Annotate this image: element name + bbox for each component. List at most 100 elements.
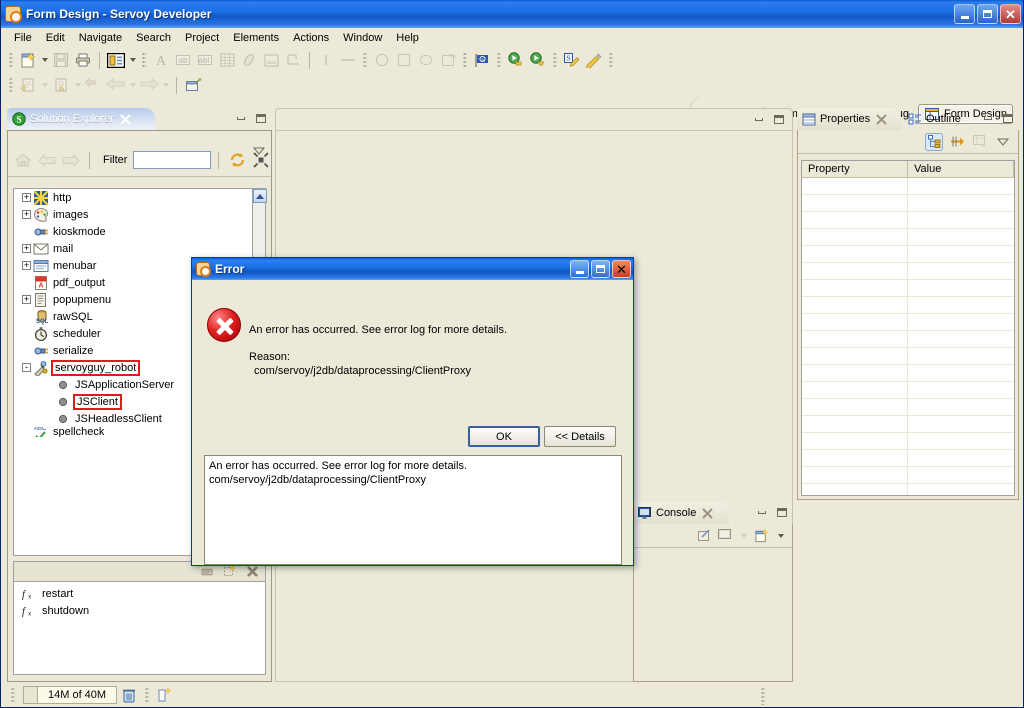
save-button[interactable] — [50, 50, 72, 71]
filter-input[interactable] — [133, 151, 212, 169]
back-arrow-icon[interactable] — [36, 150, 58, 171]
menu-file[interactable]: File — [7, 30, 39, 46]
console-maximize-button[interactable] — [775, 505, 789, 519]
column-move-icon[interactable] — [157, 686, 173, 704]
solution-explorer-minimize-button[interactable] — [234, 111, 248, 125]
new-wizard-button[interactable] — [17, 50, 39, 71]
tab-outline[interactable]: Outline — [903, 108, 985, 130]
toolbar-grip-i18n[interactable] — [463, 51, 467, 69]
properties-table[interactable]: Property Value — [801, 160, 1015, 496]
properties-table-row[interactable] — [802, 212, 1014, 229]
window-maximize-button[interactable] — [977, 4, 998, 24]
restore-default-button[interactable] — [971, 133, 989, 151]
corner-shape-button[interactable] — [282, 50, 304, 71]
menu-window[interactable]: Window — [336, 30, 389, 46]
properties-table-row[interactable] — [802, 178, 1014, 195]
editor-minimize-button[interactable] — [752, 112, 766, 126]
text-field-button[interactable]: ab — [172, 50, 194, 71]
error-dialog-ok-button[interactable]: OK — [468, 426, 540, 447]
error-dialog-minimize-button[interactable] — [570, 260, 589, 278]
tabpanel-button[interactable] — [238, 50, 260, 71]
open-console-button[interactable] — [755, 528, 769, 543]
new-wizard-dropdown-icon[interactable] — [39, 50, 50, 71]
tree-item-kioskmode[interactable]: kioskmode — [14, 223, 265, 240]
tree-item-http[interactable]: + http — [14, 189, 265, 206]
tree-expand-toggle[interactable]: + — [22, 193, 31, 202]
properties-table-row[interactable] — [802, 280, 1014, 297]
toolbar-grip-elements[interactable] — [142, 51, 146, 69]
properties-table-row[interactable] — [802, 195, 1014, 212]
heap-status-indicator[interactable]: 14M of 40M — [23, 686, 118, 704]
menu-navigate[interactable]: Navigate — [72, 30, 129, 46]
tree-expand-toggle[interactable]: + — [22, 244, 31, 253]
properties-minimize-button[interactable] — [981, 111, 995, 125]
properties-table-row[interactable] — [802, 297, 1014, 314]
next-dropdown-icon[interactable] — [160, 75, 171, 96]
properties-table-row[interactable] — [802, 450, 1014, 467]
previous-dropdown-icon[interactable] — [127, 75, 138, 96]
horizontal-line-button[interactable] — [337, 50, 359, 71]
menu-edit[interactable]: Edit — [39, 30, 72, 46]
run-button[interactable] — [505, 50, 527, 71]
solution-explorer-maximize-button[interactable] — [254, 111, 268, 125]
properties-view-menu-button[interactable] — [994, 133, 1012, 151]
toolbar2-grip[interactable] — [9, 76, 13, 94]
solution-explorer-members-list[interactable]: f x restart f x shutdown — [13, 581, 266, 675]
import-dropdown-icon[interactable] — [72, 75, 83, 96]
refresh-cycle-icon[interactable] — [226, 150, 248, 171]
tree-expand-toggle[interactable]: + — [22, 295, 31, 304]
toolbar-grip[interactable] — [9, 51, 13, 69]
web-client-button[interactable] — [583, 50, 605, 71]
tree-collapse-toggle[interactable]: - — [22, 363, 31, 372]
show-categories-button[interactable] — [925, 132, 943, 151]
forward-arrow-icon[interactable] — [60, 150, 82, 171]
statusbar-grip-2[interactable] — [145, 686, 150, 704]
menu-search[interactable]: Search — [129, 30, 178, 46]
editor-maximize-button[interactable] — [772, 112, 786, 126]
member-item-shutdown[interactable]: f x shutdown — [14, 602, 265, 619]
toolbar-grip-run[interactable] — [497, 51, 501, 69]
properties-table-row[interactable] — [802, 399, 1014, 416]
rounded-rect-button[interactable] — [415, 50, 437, 71]
export-button[interactable] — [17, 75, 39, 96]
menu-project[interactable]: Project — [178, 30, 226, 46]
member-item-restart[interactable]: f x restart — [14, 585, 265, 602]
tab-console[interactable]: Console — [633, 502, 729, 524]
properties-table-row[interactable] — [802, 416, 1014, 433]
tab-solution-explorer[interactable]: S Solution Explorer — [7, 108, 155, 130]
properties-maximize-button[interactable] — [1001, 111, 1015, 125]
menu-help[interactable]: Help — [389, 30, 426, 46]
tree-item-mail[interactable]: + mail — [14, 240, 265, 257]
smart-client-button[interactable]: S — [561, 50, 583, 71]
display-console-button[interactable] — [718, 529, 732, 543]
home-icon[interactable] — [12, 150, 34, 171]
scroll-up-arrow-icon[interactable] — [253, 189, 267, 203]
export-dropdown-icon[interactable] — [39, 75, 50, 96]
properties-table-row[interactable] — [802, 246, 1014, 263]
error-dialog-details-button[interactable]: << Details — [544, 426, 616, 447]
window-close-button[interactable]: ✕ — [1000, 4, 1021, 24]
ellipse-button[interactable] — [371, 50, 393, 71]
toolbar-grip-shapes[interactable] — [363, 51, 367, 69]
vertical-line-button[interactable] — [315, 50, 337, 71]
previous-button[interactable] — [105, 75, 127, 96]
statusbar-grip[interactable] — [11, 686, 15, 704]
text-area-button[interactable]: abl — [194, 50, 216, 71]
show-advanced-button[interactable] — [948, 133, 966, 151]
properties-table-row[interactable] — [802, 263, 1014, 280]
properties-table-row[interactable] — [802, 348, 1014, 365]
import-button[interactable] — [50, 75, 72, 96]
properties-table-row[interactable] — [802, 382, 1014, 399]
i18n-button[interactable]: a — [471, 50, 493, 71]
trash-can-icon[interactable] — [121, 686, 137, 704]
error-dialog-close-button[interactable]: ✕ — [612, 260, 631, 278]
collapse-all-icon[interactable] — [250, 150, 272, 171]
form-layout-dropdown-icon[interactable] — [127, 50, 138, 71]
open-console-dropdown-icon[interactable] — [775, 525, 786, 546]
properties-table-row[interactable] — [802, 467, 1014, 484]
clear-console-button[interactable] — [698, 529, 712, 543]
error-details-text[interactable]: An error has occurred. See error log for… — [204, 455, 622, 565]
properties-table-row[interactable] — [802, 229, 1014, 246]
properties-table-row[interactable] — [802, 314, 1014, 331]
back-history-button[interactable] — [83, 75, 105, 96]
